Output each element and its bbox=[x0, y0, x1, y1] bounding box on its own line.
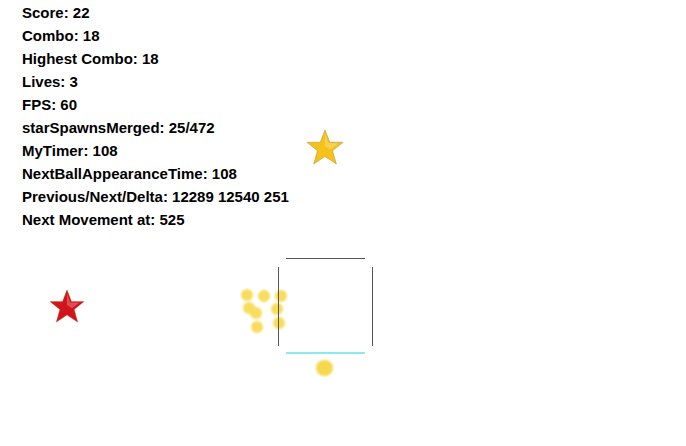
hud-panel: Score: 22Combo: 18Highest Combo: 18Lives… bbox=[0, 0, 686, 231]
ball bbox=[316, 360, 333, 376]
paddle[interactable] bbox=[286, 352, 365, 354]
red-star-icon bbox=[49, 288, 85, 324]
hud-line: Score: 22 bbox=[22, 1, 686, 24]
hud-line: Lives: 3 bbox=[22, 70, 686, 93]
hud-line: Highest Combo: 18 bbox=[22, 47, 686, 70]
hud-line: FPS: 60 bbox=[22, 93, 686, 116]
hud-line: starSpawnsMerged: 25/472 bbox=[22, 116, 686, 139]
yellow-dot bbox=[241, 289, 253, 301]
box-left-line bbox=[278, 267, 279, 346]
yellow-dot bbox=[251, 321, 263, 333]
yellow-dot bbox=[258, 290, 270, 302]
hud-line: MyTimer: 108 bbox=[22, 139, 686, 162]
hud-line: NextBallAppearanceTime: 108 bbox=[22, 162, 686, 185]
box-right-line bbox=[372, 267, 373, 346]
yellow-dot bbox=[275, 290, 287, 302]
yellow-dot bbox=[250, 307, 262, 319]
hud-line: Previous/Next/Delta: 12289 12540 251 bbox=[22, 185, 686, 208]
yellow-dot bbox=[273, 317, 285, 329]
hud-line: Combo: 18 bbox=[22, 24, 686, 47]
hud-line: Next Movement at: 525 bbox=[22, 208, 686, 231]
gold-star-icon bbox=[306, 128, 344, 166]
yellow-dot bbox=[271, 303, 283, 315]
game-screen: Score: 22Combo: 18Highest Combo: 18Lives… bbox=[0, 0, 686, 446]
box-top-line bbox=[286, 258, 365, 259]
